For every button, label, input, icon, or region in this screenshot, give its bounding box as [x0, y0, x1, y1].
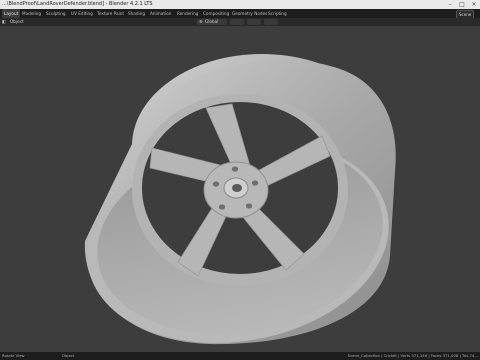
maximize-icon[interactable]: □ [456, 0, 468, 9]
lug-hole [245, 203, 253, 209]
tab-animation[interactable]: Animation [148, 9, 173, 18]
viewport-header: ◧ Object ⊕ Global [0, 18, 480, 26]
tab-rendering[interactable]: Rendering [175, 9, 200, 18]
mode-selector[interactable]: Object [10, 18, 24, 26]
minimize-icon[interactable]: – [444, 0, 456, 9]
snap-toggle[interactable] [247, 19, 261, 25]
mouse-hint-center: Object [62, 353, 75, 358]
tab-shading[interactable]: Shading [126, 9, 147, 18]
view-menu-icon[interactable]: ◧ [2, 18, 6, 26]
lug-hole [231, 166, 239, 172]
orientation-label: Global [205, 19, 219, 24]
transform-orientation-dropdown[interactable]: ⊕ Global [197, 19, 227, 25]
window-title-bar[interactable]: ...\BlendProof\LandRoverDefender.blend] … [0, 0, 480, 9]
lug-hole [251, 180, 259, 186]
pivot-point-dropdown[interactable] [230, 19, 244, 25]
tab-uv-editing[interactable]: UV Editing [69, 9, 95, 18]
orientation-icon: ⊕ [199, 19, 203, 24]
status-bar: Rotate View Object Scene_Collection | Cr… [0, 352, 480, 360]
wheel-model [84, 54, 396, 345]
lug-hole [218, 204, 226, 210]
scene-stats: Scene_Collection | Cricket | Verts 371,1… [347, 353, 478, 358]
window-title: ...\BlendProof\LandRoverDefender.blend] … [2, 1, 153, 7]
tab-geometry-nodes[interactable]: Geometry Nodes [230, 9, 269, 18]
tab-compositing[interactable]: Compositing [201, 9, 231, 18]
center-hole [232, 184, 242, 192]
tab-layout[interactable]: Layout [2, 9, 21, 18]
tab-modeling[interactable]: Modeling [20, 9, 43, 18]
mouse-hint-left: Rotate View [2, 353, 25, 358]
tab-scripting[interactable]: Scripting [266, 9, 289, 18]
close-icon[interactable]: × [468, 0, 480, 9]
lug-hole [212, 181, 220, 187]
3d-viewport[interactable] [0, 26, 480, 352]
tab-texture-paint[interactable]: Texture Paint [95, 9, 126, 18]
proportional-edit-toggle[interactable] [264, 19, 278, 25]
workspace-tab-bar: Layout Modeling Sculpting UV Editing Tex… [0, 9, 480, 19]
tab-sculpting[interactable]: Sculpting [44, 9, 68, 18]
